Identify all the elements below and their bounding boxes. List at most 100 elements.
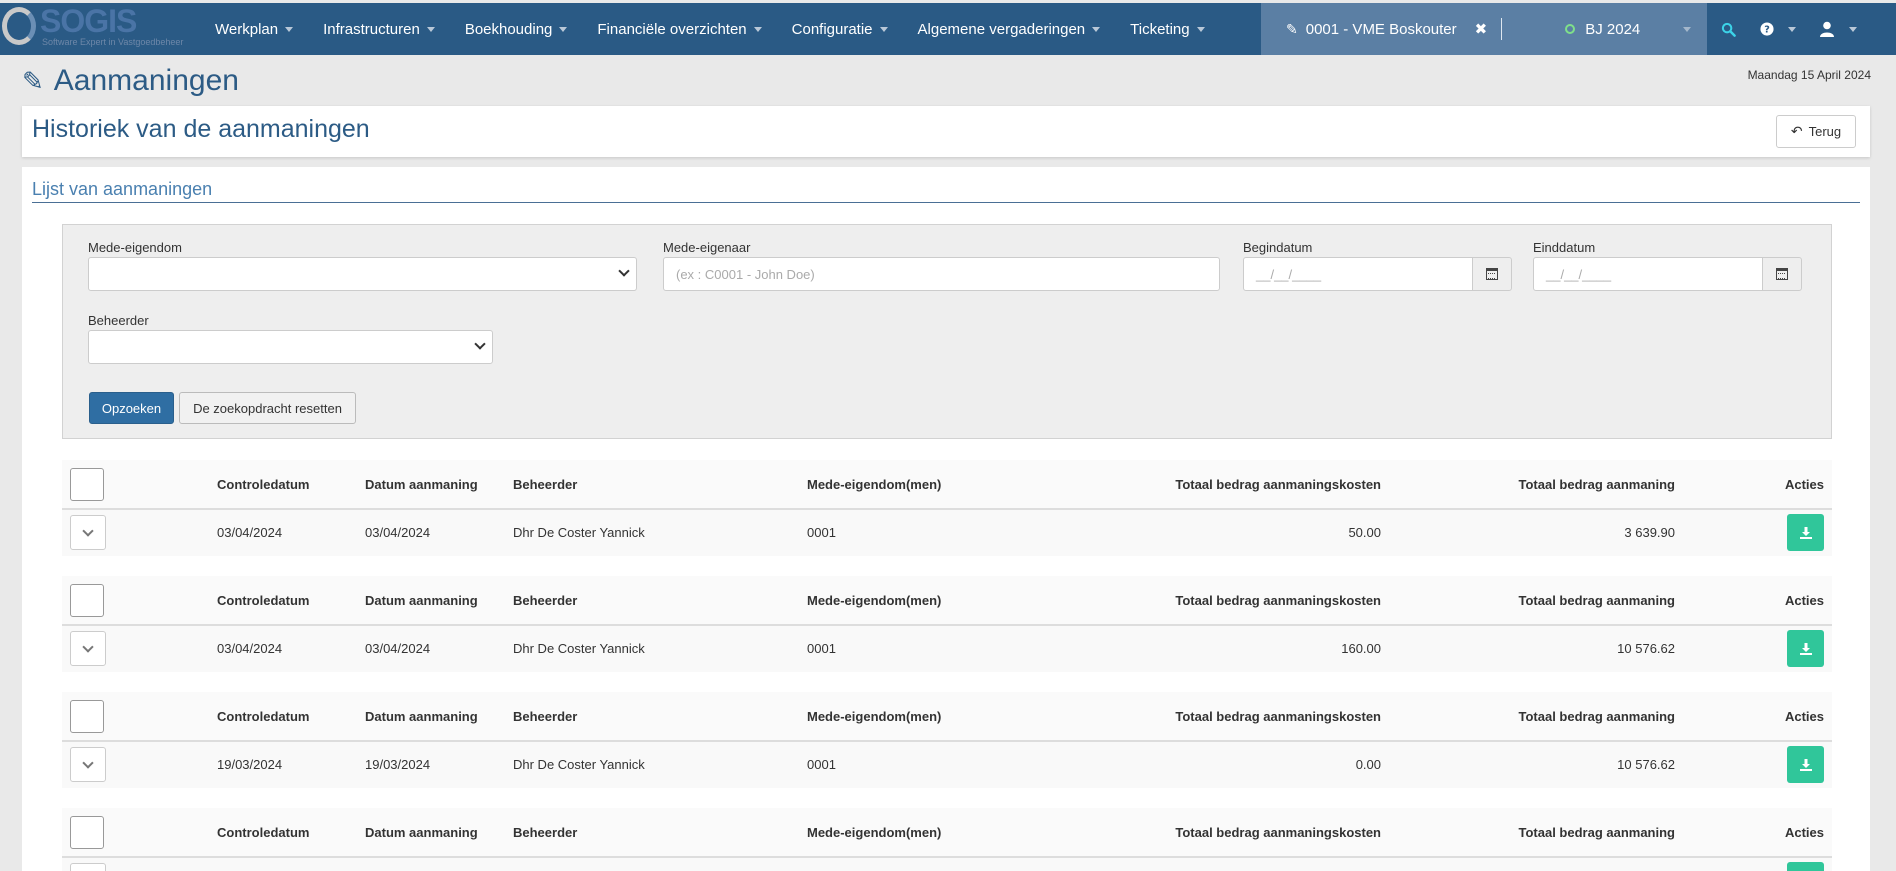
select-all-checkbox[interactable] xyxy=(70,700,104,733)
svg-text:?: ? xyxy=(1764,25,1770,36)
menu-financiele-label: Financiële overzichten xyxy=(597,20,747,38)
calendar-icon xyxy=(1486,268,1498,280)
close-icon[interactable]: ✖ xyxy=(1475,20,1488,38)
cell-mede-eigendom: 0001 xyxy=(807,641,836,656)
chevron-down-icon xyxy=(82,525,94,537)
year-label[interactable]: BJ 2024 xyxy=(1585,21,1640,38)
header-controledatum[interactable]: Controledatum xyxy=(217,825,309,840)
mede-eigenaar-placeholder: (ex : C0001 - John Doe) xyxy=(676,266,815,282)
menu-configuratie[interactable]: Configuratie xyxy=(777,3,903,55)
cell-datum-aanmaning: 03/04/2024 xyxy=(365,525,431,540)
header-totaal-kosten[interactable]: Totaal bedrag aanmaningskosten xyxy=(1175,709,1381,724)
reminder-table: Controledatum Datum aanmaning Beheerder … xyxy=(62,460,1832,558)
user-menu[interactable] xyxy=(1807,3,1869,55)
header-beheerder[interactable]: Beheerder xyxy=(513,477,577,492)
table-header: Controledatum Datum aanmaning Beheerder … xyxy=(62,460,1832,510)
reminder-table: Controledatum Datum aanmaning Beheerder … xyxy=(62,808,1832,871)
cell-datum-aanmaning: 03/04/2024 xyxy=(365,641,431,656)
select-all-checkbox[interactable] xyxy=(70,816,104,849)
pencil-icon[interactable]: ✎ xyxy=(1286,21,1298,38)
main-panel: Lijst van aanmaningen Mede-eigendom Mede… xyxy=(22,167,1870,871)
header-totaal-kosten[interactable]: Totaal bedrag aanmaningskosten xyxy=(1175,593,1381,608)
einddatum-input[interactable]: __/__/____ xyxy=(1533,257,1763,291)
header-datum-aanmaning[interactable]: Datum aanmaning xyxy=(365,593,478,608)
download-button[interactable] xyxy=(1787,746,1824,783)
beheerder-select[interactable] xyxy=(88,330,493,364)
menu-financiele-overzichten[interactable]: Financiële overzichten xyxy=(582,3,776,55)
cell-totaal: 10 576.62 xyxy=(1617,757,1675,772)
header-totaal[interactable]: Totaal bedrag aanmaning xyxy=(1518,593,1675,608)
caret-down-icon xyxy=(1092,26,1101,32)
expand-row-button[interactable] xyxy=(70,631,106,666)
section-divider xyxy=(32,202,1860,203)
header-totaal[interactable]: Totaal bedrag aanmaning xyxy=(1518,825,1675,840)
caret-down-icon xyxy=(285,26,294,32)
menu-infrastructuren-label: Infrastructuren xyxy=(323,20,420,38)
header-datum-aanmaning[interactable]: Datum aanmaning xyxy=(365,709,478,724)
header-mede-eigendom[interactable]: Mede-eigendom(men) xyxy=(807,593,941,608)
caret-down-icon xyxy=(559,26,568,32)
mede-eigenaar-input[interactable]: (ex : C0001 - John Doe) xyxy=(663,257,1220,291)
header-beheerder[interactable]: Beheerder xyxy=(513,825,577,840)
beheerder-label: Beheerder xyxy=(88,313,149,328)
back-button[interactable]: ↶ Terug xyxy=(1776,115,1856,148)
table-row: 19/03/2024 19/03/2024 Dhr De Coster Yann… xyxy=(62,742,1832,788)
search-button[interactable]: Opzoeken xyxy=(89,392,174,424)
download-icon xyxy=(1799,758,1812,771)
begindatum-calendar-button[interactable] xyxy=(1472,257,1512,291)
user-icon xyxy=(1820,21,1834,37)
download-icon xyxy=(1799,526,1812,539)
logo-tagline: Software Expert in Vastgoedbeheer xyxy=(42,37,184,47)
expand-row-button[interactable] xyxy=(70,747,106,782)
begindatum-placeholder: __/__/____ xyxy=(1256,266,1322,282)
filter-panel: Mede-eigendom Mede-eigenaar (ex : C0001 … xyxy=(62,224,1832,439)
header-datum-aanmaning[interactable]: Datum aanmaning xyxy=(365,825,478,840)
caret-down-icon[interactable] xyxy=(1683,27,1691,32)
mede-eigenaar-label: Mede-eigenaar xyxy=(663,240,751,255)
cell-mede-eigendom: 0001 xyxy=(807,757,836,772)
menu-infrastructuren[interactable]: Infrastructuren xyxy=(308,3,450,55)
header-mede-eigendom[interactable]: Mede-eigendom(men) xyxy=(807,709,941,724)
header-controledatum[interactable]: Controledatum xyxy=(217,477,309,492)
help-menu[interactable]: ? xyxy=(1749,3,1807,55)
expand-row-button[interactable] xyxy=(70,863,106,871)
logo[interactable]: SOGIS Software Expert in Vastgoedbeheer xyxy=(0,3,200,55)
header-acties: Acties xyxy=(1784,593,1824,608)
cell-beheerder: Dhr De Coster Yannick xyxy=(513,757,645,772)
header-acties: Acties xyxy=(1784,825,1824,840)
mede-eigendom-select[interactable] xyxy=(88,257,637,291)
caret-down-icon xyxy=(426,26,435,32)
panel-header: Historiek van de aanmaningen ↶ Terug xyxy=(22,106,1870,157)
select-all-checkbox[interactable] xyxy=(70,468,104,501)
header-beheerder[interactable]: Beheerder xyxy=(513,593,577,608)
header-totaal[interactable]: Totaal bedrag aanmaning xyxy=(1518,709,1675,724)
header-beheerder[interactable]: Beheerder xyxy=(513,709,577,724)
begindatum-input[interactable]: __/__/____ xyxy=(1243,257,1473,291)
download-button[interactable] xyxy=(1787,862,1824,871)
caret-down-icon xyxy=(1849,26,1857,32)
header-datum-aanmaning[interactable]: Datum aanmaning xyxy=(365,477,478,492)
search-icon[interactable] xyxy=(1707,3,1749,55)
download-button[interactable] xyxy=(1787,514,1824,551)
header-mede-eigendom[interactable]: Mede-eigendom(men) xyxy=(807,825,941,840)
menu-algemene-vergaderingen[interactable]: Algemene vergaderingen xyxy=(903,3,1116,55)
expand-row-button[interactable] xyxy=(70,515,106,550)
menu-werkplan[interactable]: Werkplan xyxy=(200,3,308,55)
table-header: Controledatum Datum aanmaning Beheerder … xyxy=(62,692,1832,742)
header-totaal-kosten[interactable]: Totaal bedrag aanmaningskosten xyxy=(1175,477,1381,492)
header-mede-eigendom[interactable]: Mede-eigendom(men) xyxy=(807,477,941,492)
header-controledatum[interactable]: Controledatum xyxy=(217,709,309,724)
einddatum-calendar-button[interactable] xyxy=(1762,257,1802,291)
logo-text: SOGIS xyxy=(40,3,137,39)
download-button[interactable] xyxy=(1787,630,1824,667)
table-row: 03/04/2024 03/04/2024 Dhr De Coster Yann… xyxy=(62,626,1832,672)
header-totaal[interactable]: Totaal bedrag aanmaning xyxy=(1518,477,1675,492)
reply-arrow-icon: ↶ xyxy=(1790,123,1803,139)
select-all-checkbox[interactable] xyxy=(70,584,104,617)
header-controledatum[interactable]: Controledatum xyxy=(217,593,309,608)
vme-selector[interactable]: ✎ 0001 - VME Boskouter ✖ BJ 2024 xyxy=(1261,3,1707,55)
header-totaal-kosten[interactable]: Totaal bedrag aanmaningskosten xyxy=(1175,825,1381,840)
menu-ticketing[interactable]: Ticketing xyxy=(1115,3,1219,55)
menu-boekhouding[interactable]: Boekhouding xyxy=(450,3,583,55)
reset-search-button[interactable]: De zoekopdracht resetten xyxy=(179,392,356,424)
